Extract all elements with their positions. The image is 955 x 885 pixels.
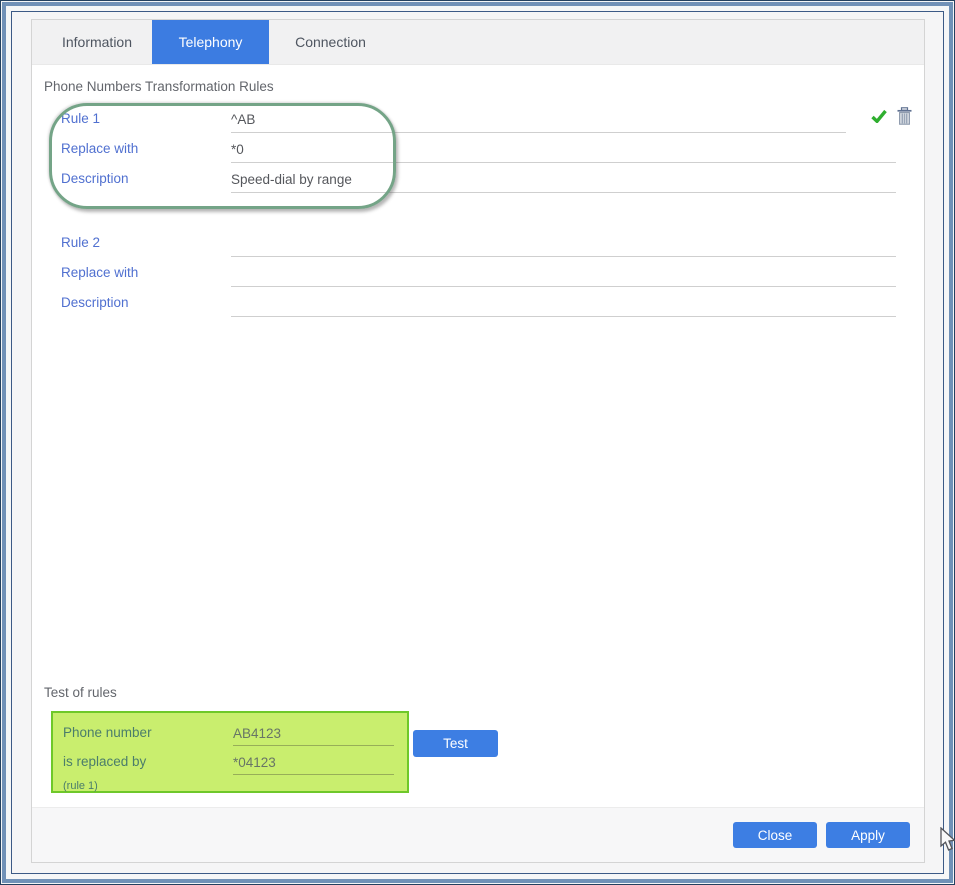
rule2-pattern-input[interactable]: [231, 238, 896, 257]
rule2-description-label: Description: [61, 295, 231, 317]
delete-trash-icon[interactable]: [897, 107, 912, 125]
test-phone-label: Phone number: [63, 725, 233, 746]
test-area: Phone number AB4123 is replaced by *0412…: [51, 711, 924, 793]
rule2-replace-row: Replace with: [32, 257, 924, 287]
rule1-pattern-input[interactable]: ^AB: [231, 112, 846, 133]
rule1-replace-input[interactable]: *0: [231, 142, 896, 163]
rule1-actions: [871, 107, 912, 133]
window-frame: Information Telephony Connection Phone N…: [0, 0, 955, 885]
tab-bar: Information Telephony Connection: [32, 20, 924, 65]
rule2-description-input[interactable]: [231, 298, 896, 317]
telephony-tab-content: Phone Numbers Transformation Rules Rule …: [32, 65, 924, 793]
window-frame-border: Information Telephony Connection Phone N…: [2, 2, 953, 883]
test-replaced-row: is replaced by *04123: [63, 746, 394, 775]
confirm-check-icon[interactable]: [871, 109, 887, 123]
close-button[interactable]: Close: [733, 822, 817, 848]
mouse-cursor-icon: [940, 827, 955, 858]
rule1-replace-label: Replace with: [61, 141, 231, 163]
test-phone-input[interactable]: AB4123: [233, 726, 394, 746]
rule1-block: Rule 1 ^AB: [32, 103, 924, 193]
dialog-footer: Close Apply: [32, 807, 924, 862]
test-button[interactable]: Test: [413, 730, 498, 757]
tab-connection[interactable]: Connection: [269, 20, 392, 64]
rule2-replace-input[interactable]: [231, 268, 896, 287]
rule1-description-label: Description: [61, 171, 231, 193]
rule1-label: Rule 1: [61, 111, 231, 133]
rule1-description-input[interactable]: Speed-dial by range: [231, 172, 896, 193]
test-section-title: Test of rules: [44, 685, 924, 703]
rule2-replace-label: Replace with: [61, 265, 231, 287]
rules-section-title: Phone Numbers Transformation Rules: [44, 79, 924, 97]
test-replaced-value: *04123: [233, 755, 394, 775]
settings-panel: Information Telephony Connection Phone N…: [31, 19, 925, 863]
tab-telephony[interactable]: Telephony: [152, 20, 269, 64]
rule2-label: Rule 2: [61, 235, 231, 257]
rule1-description-row: Description Speed-dial by range: [32, 163, 924, 193]
rule1-pattern-row: Rule 1 ^AB: [32, 103, 924, 133]
rule2-pattern-row: Rule 2: [32, 227, 924, 257]
tab-information[interactable]: Information: [42, 20, 152, 64]
apply-button[interactable]: Apply: [826, 822, 910, 848]
test-rule-reference: (rule 1): [63, 780, 394, 792]
app-background: Information Telephony Connection Phone N…: [11, 11, 944, 874]
rule2-description-row: Description: [32, 287, 924, 317]
rule1-replace-row: Replace with *0: [32, 133, 924, 163]
test-result-box: Phone number AB4123 is replaced by *0412…: [51, 711, 409, 793]
test-replaced-label: is replaced by: [63, 754, 233, 775]
rule2-block: Rule 2 Replace with Description: [32, 227, 924, 317]
test-phone-row: Phone number AB4123: [63, 717, 394, 746]
